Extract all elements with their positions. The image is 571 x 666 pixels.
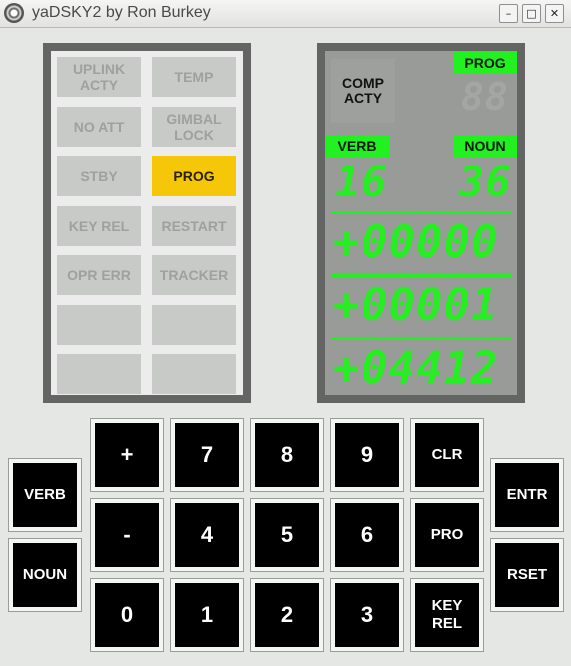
key-8[interactable]: 8 <box>250 418 324 492</box>
register-2-sign: + <box>333 280 361 331</box>
lamp-opr-err: OPR ERR <box>57 255 141 295</box>
lamp-blank-3 <box>57 354 141 394</box>
lamp-uplink-acty: UPLINK ACTY <box>57 57 141 97</box>
prog-digits: 88 <box>461 75 509 119</box>
minimize-button[interactable]: – <box>499 4 518 23</box>
comp-acty-indicator: COMP ACTY <box>331 59 395 123</box>
key-2[interactable]: 2 <box>250 578 324 652</box>
verb-key[interactable]: VERB <box>8 458 82 532</box>
lamp-restart: RESTART <box>152 206 236 246</box>
key-7[interactable]: 7 <box>170 418 244 492</box>
key-3[interactable]: 3 <box>330 578 404 652</box>
pro-key[interactable]: PRO <box>410 498 484 572</box>
title-bar: yaDSKY2 by Ron Burkey – □ ✕ <box>0 0 571 28</box>
key-0[interactable]: 0 <box>90 578 164 652</box>
window-title: yaDSKY2 by Ron Burkey <box>32 4 211 21</box>
rset-key[interactable]: RSET <box>490 538 564 612</box>
key-4[interactable]: 4 <box>170 498 244 572</box>
noun-label: NOUN <box>453 135 517 157</box>
register-1-sign: + <box>333 217 361 268</box>
lamp-stby: STBY <box>57 156 141 196</box>
lamp-no-att: NO ATT <box>57 107 141 147</box>
maximize-button[interactable]: □ <box>522 4 541 23</box>
key-5[interactable]: 5 <box>250 498 324 572</box>
clr-key[interactable]: CLR <box>410 418 484 492</box>
separator-3 <box>331 337 511 340</box>
key-9[interactable]: 9 <box>330 418 404 492</box>
verb-label: VERB <box>325 135 389 157</box>
plus-key[interactable]: + <box>90 418 164 492</box>
lamp-tracker: TRACKER <box>152 255 236 295</box>
register-2-digits: 00001 <box>361 280 499 331</box>
lamp-gimbal-lock: GIMBAL LOCK <box>152 107 236 147</box>
noun-key[interactable]: NOUN <box>8 538 82 612</box>
minus-key[interactable]: - <box>90 498 164 572</box>
register-1-digits: 00000 <box>361 217 499 268</box>
noun-digits: 36 <box>459 157 512 206</box>
key-rel-key[interactable]: KEY REL <box>410 578 484 652</box>
prog-label: PROG <box>453 52 517 74</box>
key-1[interactable]: 1 <box>170 578 244 652</box>
annunciator-panel: UPLINK ACTY TEMP NO ATT GIMBAL LOCK STBY… <box>43 43 251 403</box>
lamp-blank-4 <box>152 354 236 394</box>
register-3-sign: + <box>333 343 361 394</box>
numeric-display-panel: COMP ACTY PROG 88 VERB NOUN 16 36 + 0000… <box>317 43 525 403</box>
register-3-digits: 04412 <box>361 343 499 394</box>
key-6[interactable]: 6 <box>330 498 404 572</box>
lamp-prog: PROG <box>152 156 236 196</box>
verb-digits: 16 <box>335 157 388 206</box>
close-button[interactable]: ✕ <box>545 4 564 23</box>
lamp-key-rel: KEY REL <box>57 206 141 246</box>
app-icon <box>4 3 24 23</box>
lamp-blank-1 <box>57 305 141 345</box>
lamp-blank-2 <box>152 305 236 345</box>
separator-1 <box>331 211 511 214</box>
entr-key[interactable]: ENTR <box>490 458 564 532</box>
lamp-temp: TEMP <box>152 57 236 97</box>
separator-2 <box>331 274 511 277</box>
